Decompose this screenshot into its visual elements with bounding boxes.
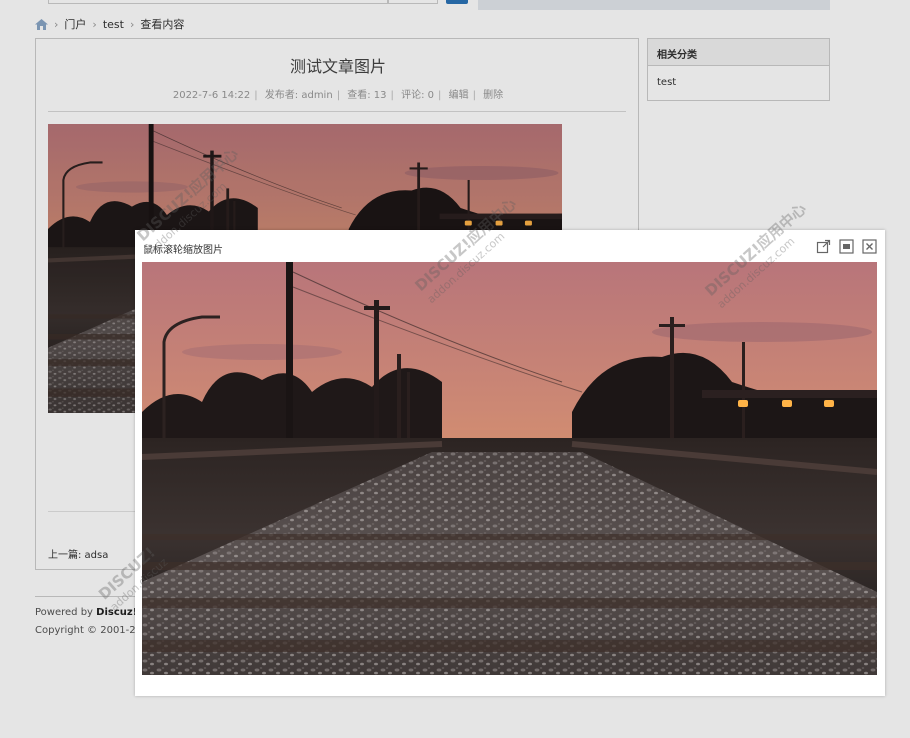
image-viewer-controls [816,239,877,254]
zoomable-image[interactable] [142,262,877,675]
close-icon[interactable] [862,239,877,254]
image-viewer-title: 鼠标滚轮缩放图片 [143,245,223,256]
image-viewer-dialog: 鼠标滚轮缩放图片 [135,230,885,696]
maximize-icon[interactable] [839,239,854,254]
open-in-new-icon[interactable] [816,239,831,254]
